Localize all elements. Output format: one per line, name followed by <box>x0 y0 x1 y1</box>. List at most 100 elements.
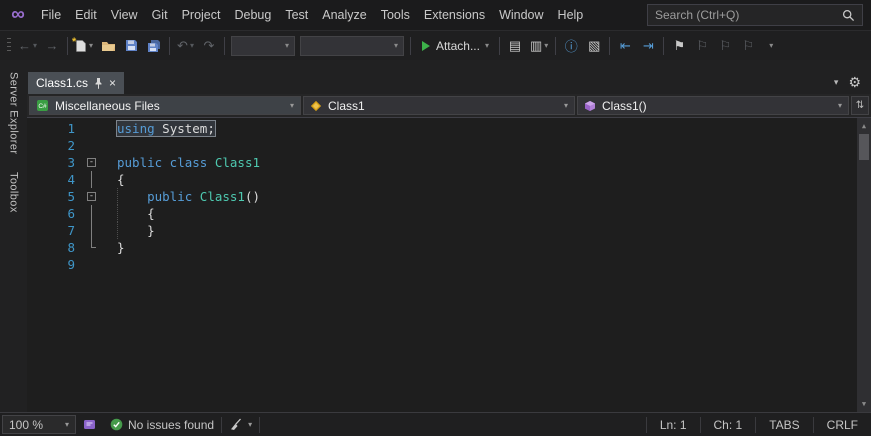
zoom-dropdown[interactable]: 100 % ▾ <box>2 415 76 434</box>
open-file-button[interactable] <box>97 34 119 58</box>
navigate-forward-button[interactable]: → <box>41 34 63 58</box>
menu-item-view[interactable]: View <box>104 0 145 30</box>
code-text: } <box>117 222 155 239</box>
quick-info-icon: ⓘ <box>564 39 578 54</box>
new-file-icon: * <box>72 36 87 53</box>
decrease-indent-button[interactable]: ⇤ <box>614 34 636 58</box>
broom-icon <box>231 418 242 430</box>
fold-collapse-icon[interactable]: - <box>85 154 99 171</box>
new-file-button[interactable]: * ▾ <box>72 34 96 58</box>
code-line-5[interactable]: 5- public Class1() <box>27 188 857 205</box>
next-bookmark-button[interactable]: ⚐ <box>714 34 736 58</box>
code-line-9[interactable]: 9 <box>27 256 857 273</box>
menu-item-file[interactable]: File <box>34 0 68 30</box>
line-ending-indicator[interactable]: CRLF <box>814 413 871 436</box>
server-explorer-tab[interactable]: Server Explorer <box>8 72 20 154</box>
search-placeholder: Search (Ctrl+Q) <box>655 8 740 22</box>
code-editor[interactable]: 1 using System; 2 3- public class Class1 4{5-… <box>27 118 871 412</box>
scrollbar-thumb[interactable] <box>859 134 869 160</box>
chevron-down-icon: ▾ <box>33 41 38 50</box>
member-dropdown[interactable]: Class1() ▾ <box>577 96 849 115</box>
menu-item-debug[interactable]: Debug <box>227 0 278 30</box>
selected-text: using System; <box>116 120 216 137</box>
menu-item-test[interactable]: Test <box>278 0 315 30</box>
document-health-indicator[interactable]: No issues found <box>103 418 221 432</box>
save-button[interactable] <box>120 34 142 58</box>
code-line-6[interactable]: 6 { <box>27 205 857 222</box>
line-number: 6 <box>67 206 75 221</box>
line-indicator[interactable]: Ln: 1 <box>647 413 700 436</box>
pin-icon[interactable] <box>94 77 103 89</box>
status-right-group: Ln: 1 Ch: 1 TABS CRLF <box>645 413 871 436</box>
code-text: public class Class1 <box>117 155 260 170</box>
project-dropdown[interactable]: C# Miscellaneous Files ▾ <box>29 96 301 115</box>
search-box[interactable]: Search (Ctrl+Q) <box>647 4 863 26</box>
content-area: Server Explorer Toolbox Class1.cs × ▾ ⚙ <box>0 60 871 412</box>
fold-collapse-icon[interactable]: - <box>85 188 99 205</box>
extensions-status-button[interactable] <box>76 418 103 431</box>
toggle-bookmark-button[interactable]: ⚑ <box>668 34 690 58</box>
increase-indent-button[interactable]: ⇥ <box>637 34 659 58</box>
bookmark-outline-icon: ⚐ <box>742 37 755 53</box>
undo-button[interactable]: ↶ ▾ <box>174 34 197 58</box>
menu-item-window[interactable]: Window <box>492 0 550 30</box>
toolbar-separator <box>67 36 69 55</box>
toolbox-tab[interactable]: Toolbox <box>8 172 20 213</box>
menu-item-project[interactable]: Project <box>175 0 228 30</box>
fold-margin <box>85 256 99 273</box>
toolbar-overflow-button[interactable]: ▾ <box>760 34 782 58</box>
save-all-button[interactable] <box>143 34 165 58</box>
split-window-button[interactable]: ⇅ <box>851 96 869 115</box>
scroll-up-icon[interactable]: ▲ <box>857 119 871 133</box>
zoom-value: 100 % <box>9 417 44 432</box>
solution-platforms-combo[interactable]: ▾ <box>299 35 404 56</box>
solution-configurations-combo[interactable]: ▾ <box>230 35 295 56</box>
editor-scrollbar[interactable]: ▲ ▼ <box>857 118 871 412</box>
code-line-7[interactable]: 7 } <box>27 222 857 239</box>
navigate-forward-icon: → <box>45 38 59 53</box>
display-word-completion-button[interactable]: ▧ <box>583 34 605 58</box>
clear-bookmarks-button[interactable]: ⚐ <box>737 34 759 58</box>
redo-button[interactable]: ↷ <box>198 34 220 58</box>
toolbar-separator <box>663 36 665 55</box>
toolbar-grip[interactable] <box>7 37 11 54</box>
save-icon <box>125 40 137 51</box>
fold-margin <box>85 137 99 154</box>
scroll-down-icon[interactable]: ▼ <box>857 397 871 411</box>
display-parameter-info-button[interactable]: ▥ ▾ <box>527 34 551 58</box>
member-list-icon: ▤ <box>508 37 522 53</box>
open-files-dropdown-icon[interactable]: ▾ <box>834 77 839 88</box>
menu-item-git[interactable]: Git <box>145 0 175 30</box>
column-indicator[interactable]: Ch: 1 <box>701 413 756 436</box>
code-line-3[interactable]: 3- public class Class1 <box>27 154 857 171</box>
code-cleanup-button[interactable]: ▾ <box>222 418 259 431</box>
bookmark-outline-icon: ⚐ <box>696 37 709 53</box>
attach-button[interactable]: Attach... ▾ <box>415 34 495 58</box>
toolbar-separator <box>409 36 411 55</box>
menu-item-edit[interactable]: Edit <box>68 0 104 30</box>
display-member-list-button[interactable]: ▤ <box>504 34 526 58</box>
tabs-mode-indicator[interactable]: TABS <box>756 413 812 436</box>
menu-item-tools[interactable]: Tools <box>374 0 417 30</box>
type-dropdown[interactable]: Class1 ▾ <box>303 96 575 115</box>
settings-gear-icon[interactable]: ⚙ <box>848 75 861 89</box>
code-line-1[interactable]: 1 using System; <box>27 120 857 137</box>
code-text: using System; <box>99 120 857 137</box>
fold-margin <box>85 239 99 256</box>
menu-item-analyze[interactable]: Analyze <box>315 0 373 30</box>
display-quick-info-button[interactable]: ⓘ <box>560 34 582 58</box>
fold-margin <box>85 171 99 188</box>
navigate-back-button[interactable]: ← ▾ <box>15 34 40 58</box>
previous-bookmark-button[interactable]: ⚐ <box>691 34 713 58</box>
code-line-2[interactable]: 2 <box>27 137 857 154</box>
close-icon[interactable]: × <box>109 76 116 90</box>
code-text: { <box>117 205 155 222</box>
tab-class1-cs[interactable]: Class1.cs × <box>28 72 125 94</box>
chevron-down-icon: ▾ <box>248 420 253 429</box>
code-line-4[interactable]: 4{ <box>27 171 857 188</box>
code-text: { <box>117 172 125 187</box>
menu-item-help[interactable]: Help <box>551 0 591 30</box>
menu-item-extensions[interactable]: Extensions <box>417 0 492 30</box>
code-line-8[interactable]: 8} <box>27 239 857 256</box>
